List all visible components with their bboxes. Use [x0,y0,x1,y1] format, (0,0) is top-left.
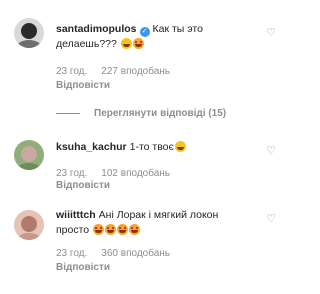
comment-meta: 23 год. 360 вподобань [56,248,184,259]
laughing-emoji-icon [174,141,186,152]
comment-time: 23 год. [56,248,88,259]
comment-meta: 23 год. 102 вподобань [56,168,184,179]
divider-line [56,113,80,114]
like-heart-icon[interactable]: ♡ [266,212,276,225]
comment-time: 23 год. [56,66,88,77]
username[interactable]: santadimopulos [56,23,137,35]
reply-button[interactable]: Відповісти [56,262,110,273]
comment-ksuha-kachur: ksuha_kachur 1-то твоє ♡ 23 год. 102 вподо… [0,138,294,194]
like-count[interactable]: 360 вподобань [101,248,170,259]
like-heart-icon[interactable]: ♡ [266,144,276,157]
comment-meta: 23 год. 227 вподобань [56,66,184,77]
like-count[interactable]: 102 вподобань [101,168,170,179]
verified-badge-icon: ✓ [139,27,150,37]
view-replies-button[interactable]: Переглянути відповіді (15) [56,108,226,119]
heart-eyes-emoji-icon [132,38,144,49]
reply-button[interactable]: Відповісти [56,80,110,91]
reply-button[interactable]: Відповісти [56,180,110,191]
comment-text-block: wiiitttch Ані Лорак і мягкий локон просто [56,208,252,238]
comment-time: 23 год. [56,168,88,179]
comment-text-block: santadimopulos ✓ Как ты это делаешь??? [56,22,252,52]
avatar[interactable] [14,18,44,48]
username[interactable]: wiiitttch [56,209,96,221]
like-heart-icon[interactable]: ♡ [266,26,276,39]
laughing-emoji-icon [120,38,132,49]
comment-text: 1-то твоє [129,141,174,153]
like-count[interactable]: 227 вподобань [101,66,170,77]
heart-eyes-emoji-icon [93,224,105,235]
comment-text-block: ksuha_kachur 1-то твоє [56,140,252,155]
avatar[interactable] [14,210,44,240]
comment-wiiitttch: wiiitttch Ані Лорак і мягкий локон просто… [0,208,294,294]
username[interactable]: ksuha_kachur [56,141,127,153]
view-replies-label: Переглянути відповіді (15) [94,108,227,119]
avatar[interactable] [14,140,44,170]
heart-eyes-emoji-icon [105,224,117,235]
heart-eyes-emoji-icon [129,224,141,235]
heart-eyes-emoji-icon [117,224,129,235]
